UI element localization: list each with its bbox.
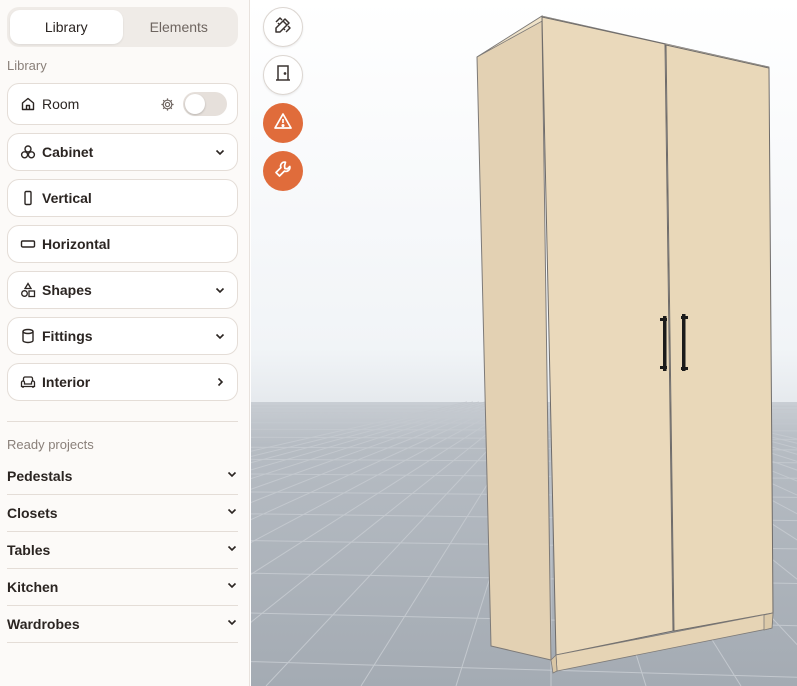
ready-project-label: Closets (7, 505, 58, 521)
ready-project-kitchen[interactable]: Kitchen (7, 569, 238, 606)
library-item-cabinet[interactable]: Cabinet (7, 133, 238, 171)
chevron-down-icon (226, 541, 238, 559)
interior-icon (20, 374, 36, 390)
library-item-label: Shapes (42, 282, 92, 298)
gear-icon[interactable] (159, 96, 175, 112)
ready-project-label: Kitchen (7, 579, 59, 595)
ready-projects-title: Ready projects (7, 437, 94, 452)
wrench-button[interactable] (263, 151, 303, 191)
chevron-down-icon (226, 467, 238, 485)
scene-canvas (251, 0, 797, 686)
sidebar-tabs: Library Elements (7, 7, 238, 47)
library-item-interior[interactable]: Interior (7, 363, 238, 401)
section-divider (7, 421, 238, 422)
ready-project-closets[interactable]: Closets (7, 495, 238, 532)
chevron-down-icon (213, 283, 227, 297)
library-item-label: Cabinet (42, 144, 94, 160)
library-item-shapes[interactable]: Shapes (7, 271, 238, 309)
wardrobe-model[interactable] (476, 15, 774, 674)
door-icon (273, 63, 293, 88)
library-item-fittings[interactable]: Fittings (7, 317, 238, 355)
toggle-knob (185, 94, 205, 114)
horizontal-icon (20, 236, 36, 252)
3d-viewport[interactable] (251, 0, 797, 686)
ready-project-label: Tables (7, 542, 51, 558)
wrench-icon (273, 159, 293, 184)
room-toggle[interactable] (183, 92, 227, 116)
ready-project-label: Pedestals (7, 468, 73, 484)
shapes-icon (20, 282, 36, 298)
ruler-pencil-button[interactable] (263, 7, 303, 47)
chevron-down-icon (213, 329, 227, 343)
chevron-right-icon (213, 375, 227, 389)
library-item-horizontal[interactable]: Horizontal (7, 225, 238, 263)
library-item-label: Fittings (42, 328, 93, 344)
door-button[interactable] (263, 55, 303, 95)
home-icon (20, 96, 36, 112)
library-item-label: Vertical (42, 190, 92, 206)
chevron-down-icon (226, 504, 238, 522)
cabinet-icon (20, 144, 36, 160)
sidebar: Library Elements Library Room Cabinet Ve… (0, 0, 250, 686)
tab-elements[interactable]: Elements (123, 10, 236, 44)
chevron-down-icon (226, 578, 238, 596)
room-card[interactable]: Room (7, 83, 238, 125)
library-item-label: Interior (42, 374, 91, 390)
ruler-pencil-icon (273, 15, 293, 40)
warning-button[interactable] (263, 103, 303, 143)
ready-project-wardrobes[interactable]: Wardrobes (7, 606, 238, 643)
warning-icon (273, 111, 293, 136)
chevron-down-icon (226, 615, 238, 633)
vertical-icon (20, 190, 36, 206)
library-item-label: Horizontal (42, 236, 111, 252)
library-item-vertical[interactable]: Vertical (7, 179, 238, 217)
ready-project-tables[interactable]: Tables (7, 532, 238, 569)
room-label: Room (42, 96, 80, 112)
fittings-icon (20, 328, 36, 344)
tab-library[interactable]: Library (10, 10, 123, 44)
ready-project-pedestals[interactable]: Pedestals (7, 458, 238, 495)
ready-project-label: Wardrobes (7, 616, 80, 632)
library-section-title: Library (7, 58, 47, 73)
chevron-down-icon (213, 145, 227, 159)
